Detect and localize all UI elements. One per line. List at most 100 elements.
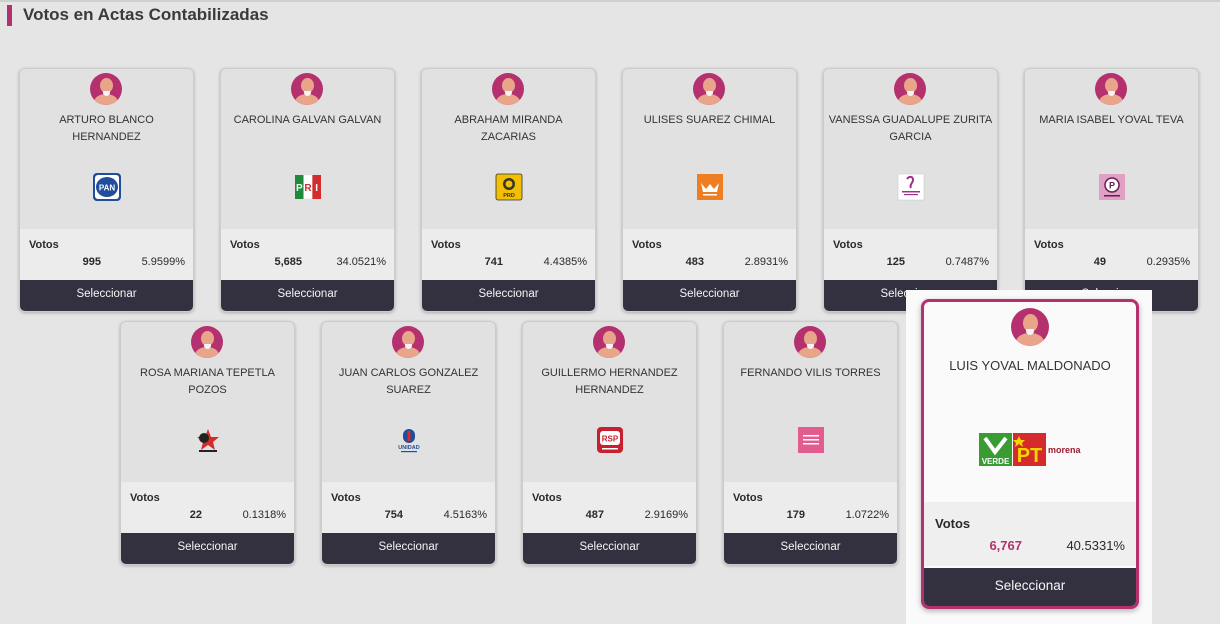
avatar-icon (693, 73, 725, 105)
select-button[interactable]: Seleccionar (924, 568, 1136, 606)
votes-percent: 1.0722% (845, 509, 889, 521)
votes-count: 487 (585, 509, 604, 521)
votes-label: Votos (1034, 239, 1064, 251)
morena-logo-text: morena (1048, 445, 1081, 455)
votes-label: Votos (130, 492, 160, 504)
votes-section: Votos 754 4.5163% (322, 482, 495, 533)
verde-pt-morena-logo-icon: VERDE PT morena (979, 433, 1081, 467)
avatar-icon (1011, 308, 1049, 346)
candidate-card: ULISES SUAREZ CHIMAL Votos 483 2.8931% S… (622, 68, 797, 312)
title-accent-bar (7, 5, 12, 26)
votes-percent: 4.4385% (543, 256, 587, 268)
votes-section: Votos 49 0.2935% (1025, 229, 1198, 280)
candidate-card: ARTURO BLANCO HERNANDEZ PAN Votos 995 5.… (19, 68, 194, 312)
votes-count: 483 (685, 256, 704, 268)
avatar-icon (392, 326, 424, 358)
candidate-card: MARIA ISABEL YOVAL TEVA P Votos 49 0.293… (1024, 68, 1199, 312)
votes-count: 125 (886, 256, 905, 268)
candidate-name: FERNANDO VILIS TORRES (740, 367, 881, 379)
select-button[interactable]: Seleccionar (322, 533, 495, 564)
svg-text:P: P (1109, 181, 1115, 191)
votes-section: Votos 483 2.8931% (623, 229, 796, 280)
select-button[interactable]: Seleccionar (121, 533, 294, 564)
avatar-icon (191, 326, 223, 358)
votes-count: 179 (786, 509, 805, 521)
prd-logo-icon: PRD (495, 173, 523, 201)
votes-count: 741 (484, 256, 503, 268)
candidate-name: GUILLERMO HERNANDEZ HERNANDEZ (541, 367, 678, 396)
select-button[interactable]: Seleccionar (422, 280, 595, 311)
page-title: Votos en Actas Contabilizadas (23, 5, 269, 24)
pt-logo-text: PT (1017, 445, 1043, 467)
votes-label: Votos (532, 492, 562, 504)
candidate-card: FERNANDO VILIS TORRES Votos 179 1.0722% … (723, 321, 898, 565)
movimiento-ciudadano-logo-icon (697, 174, 723, 200)
podemos-logo-icon: P (1099, 174, 1125, 200)
select-button[interactable]: Seleccionar (724, 533, 897, 564)
candidate-card: JUAN CARLOS GONZALEZ SUAREZ UNIDAD Votos… (321, 321, 496, 565)
avatar-icon (291, 73, 323, 105)
votes-section: Votos 995 5.9599% (20, 229, 193, 280)
avatar-icon (894, 73, 926, 105)
votes-percent: 0.2935% (1146, 256, 1190, 268)
pri-logo-icon: P R I (295, 174, 321, 200)
candidate-name: ARTURO BLANCO HERNANDEZ (59, 114, 154, 143)
votes-section: Votos 6,767 40.5331% (924, 502, 1136, 566)
svg-text:RSP: RSP (602, 435, 619, 444)
votes-percent: 34.0521% (336, 256, 386, 268)
votes-label: Votos (29, 239, 59, 251)
votes-label: Votos (833, 239, 863, 251)
votes-percent: 2.9169% (644, 509, 688, 521)
votes-percent: 40.5331% (1066, 538, 1125, 553)
votes-section: Votos 487 2.9169% (523, 482, 696, 533)
fuerza-por-mexico-logo-icon (798, 427, 824, 453)
candidate-card: GUILLERMO HERNANDEZ HERNANDEZ RSP Votos … (522, 321, 697, 565)
avatar-icon (90, 73, 122, 105)
candidate-name: LUIS YOVAL MALDONADO (949, 358, 1111, 373)
candidate-name: ABRAHAM MIRANDA ZACARIAS (454, 114, 563, 143)
votes-section: Votos 22 0.1318% (121, 482, 294, 533)
votes-percent: 5.9599% (141, 256, 185, 268)
select-button[interactable]: Seleccionar (623, 280, 796, 311)
votes-count: 6,767 (989, 538, 1022, 553)
avatar-icon (492, 73, 524, 105)
votes-percent: 4.5163% (443, 509, 487, 521)
select-button[interactable]: Seleccionar (20, 280, 193, 311)
votes-percent: 0.7487% (945, 256, 989, 268)
svg-text:P: P (296, 183, 303, 194)
votes-label: Votos (935, 516, 971, 531)
votes-count: 5,685 (274, 256, 302, 268)
todos-por-veracruz-logo-icon (897, 173, 925, 201)
rsp-logo-icon: RSP (597, 427, 623, 453)
votes-count: 754 (384, 509, 403, 521)
votes-label: Votos (733, 492, 763, 504)
candidate-card: ABRAHAM MIRANDA ZACARIAS PRD Votos 741 4… (421, 68, 596, 312)
votes-label: Votos (230, 239, 260, 251)
candidate-name: CAROLINA GALVAN GALVAN (233, 114, 382, 126)
candidate-name: JUAN CARLOS GONZALEZ SUAREZ (338, 367, 479, 396)
pan-logo-icon: PAN (93, 173, 121, 201)
select-button[interactable]: Seleccionar (221, 280, 394, 311)
votes-count: 995 (82, 256, 101, 268)
votes-percent: 2.8931% (744, 256, 788, 268)
top-divider (0, 0, 1220, 2)
verde-logo-text: VERDE (982, 457, 1010, 466)
votes-section: Votos 179 1.0722% (724, 482, 897, 533)
votes-label: Votos (431, 239, 461, 251)
candidate-name: ULISES SUAREZ CHIMAL (643, 114, 776, 126)
votes-section: Votos 741 4.4385% (422, 229, 595, 280)
votes-percent: 0.1318% (242, 509, 286, 521)
svg-text:PAN: PAN (99, 184, 116, 193)
svg-text:UNIDAD: UNIDAD (398, 445, 419, 451)
highlighted-candidate-card: LUIS YOVAL MALDONADO VERDE PT morena Vot… (921, 299, 1139, 609)
highlighted-card-zoom: LUIS YOVAL MALDONADO VERDE PT morena Vot… (906, 290, 1152, 624)
votes-section: Votos 125 0.7487% (824, 229, 997, 280)
candidate-card: CAROLINA GALVAN GALVAN P R I Votos 5,685… (220, 68, 395, 312)
svg-text:I: I (315, 183, 318, 194)
candidate-name: MARIA ISABEL YOVAL TEVA (1039, 114, 1184, 126)
candidate-card: VANESSA GUADALUPE ZURITA GARCIA Votos 12… (823, 68, 998, 312)
svg-text:PRD: PRD (503, 193, 515, 199)
votes-count: 22 (189, 509, 202, 521)
select-button[interactable]: Seleccionar (523, 533, 696, 564)
svg-text:R: R (304, 183, 312, 194)
